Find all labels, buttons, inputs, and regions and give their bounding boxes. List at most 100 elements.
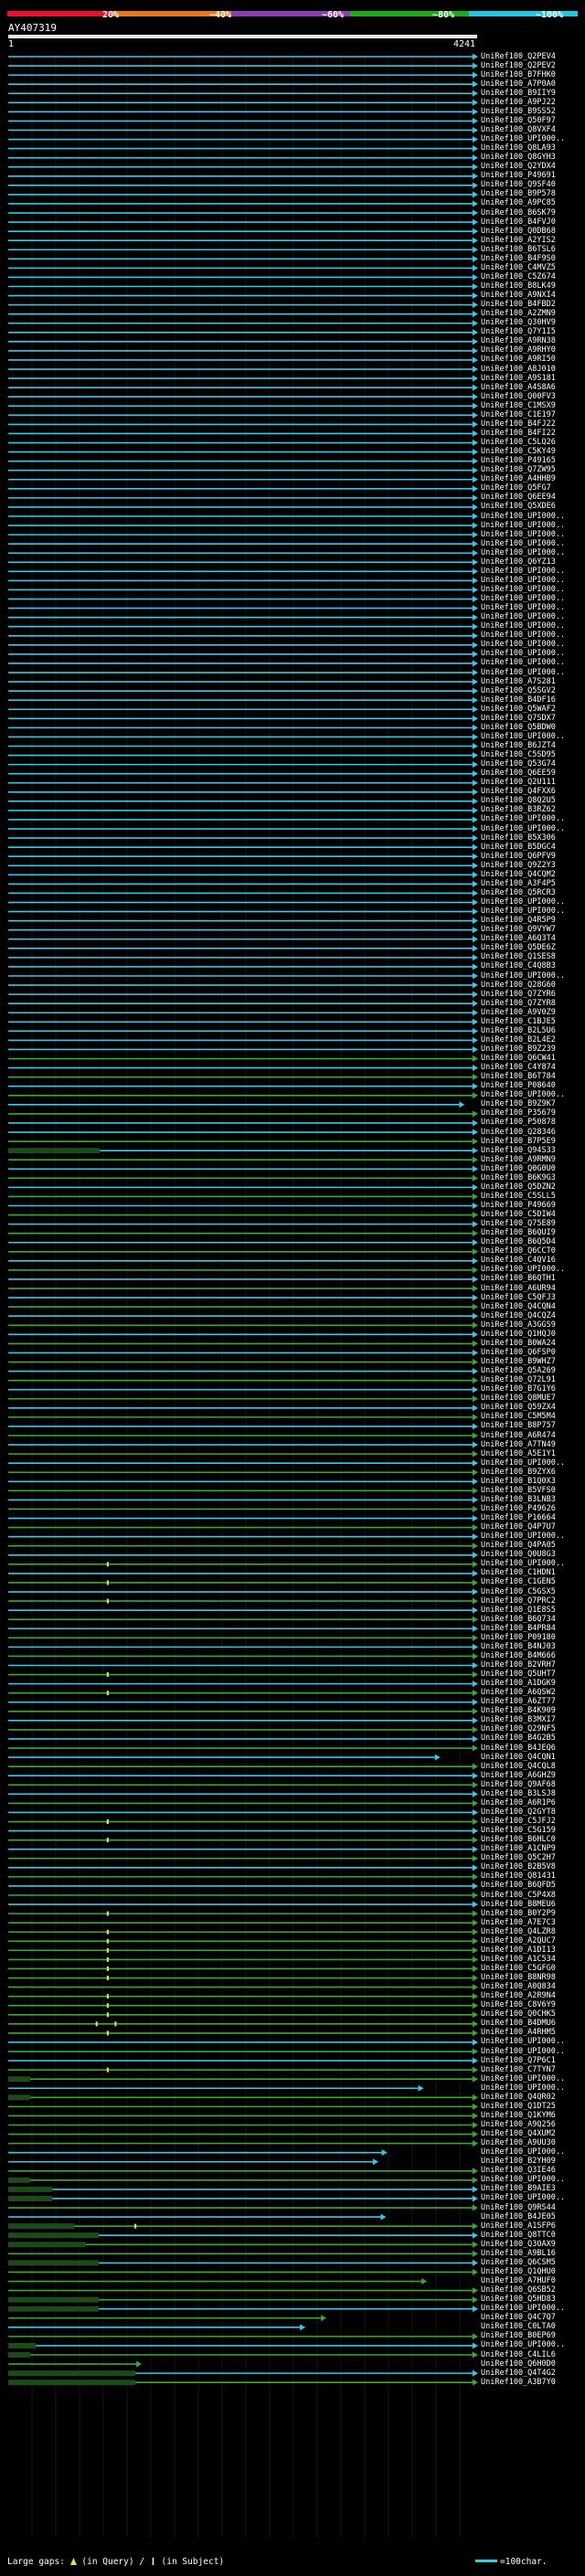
hit-row[interactable]	[8, 1699, 478, 1706]
hit-label[interactable]: UniRef100_Q1KYM6	[481, 2111, 556, 2120]
hit-row[interactable]	[8, 1221, 478, 1228]
hit-label[interactable]: UniRef100_B8P757	[481, 1422, 556, 1430]
hit-row[interactable]	[8, 1036, 478, 1044]
hit-row[interactable]	[8, 2259, 478, 2266]
hit-label[interactable]: UniRef100_C4Y874	[481, 1064, 556, 1072]
hit-label[interactable]: UniRef100_P08640	[481, 1082, 556, 1090]
hit-row[interactable]	[8, 1579, 478, 1586]
hit-label[interactable]: UniRef100_B7G1Y6	[481, 1385, 556, 1394]
hit-label[interactable]: UniRef100_B9SS52	[481, 107, 556, 116]
hit-row[interactable]	[8, 1965, 478, 1972]
hit-label[interactable]: UniRef100_Q75E89	[481, 1220, 556, 1228]
hit-row[interactable]	[8, 531, 478, 538]
hit-label[interactable]: UniRef100_Q7Y1I5	[481, 328, 556, 336]
hit-label[interactable]: UniRef100_B9WHZ7	[481, 1358, 556, 1366]
hit-label[interactable]: UniRef100_B9ZYX6	[481, 1468, 556, 1477]
hit-label[interactable]: UniRef100_P49691	[481, 172, 556, 180]
hit-label[interactable]: UniRef100_Q0G0U0	[481, 1164, 556, 1173]
hit-label[interactable]: UniRef100_B2YH09	[481, 2157, 556, 2166]
hit-row[interactable]	[8, 200, 478, 207]
hit-row[interactable]	[8, 807, 478, 814]
hit-label[interactable]: UniRef100_A9PJ22	[481, 98, 556, 107]
hit-label[interactable]: UniRef100_C8V6Y9	[481, 2001, 556, 2009]
hit-row[interactable]	[8, 108, 478, 115]
hit-label[interactable]: UniRef100_UPI000..	[481, 732, 565, 741]
hit-label[interactable]: UniRef100_C5SLL5	[481, 1192, 556, 1201]
hit-label[interactable]: UniRef100_UPI000..	[481, 576, 565, 585]
hit-row[interactable]	[8, 356, 478, 364]
hit-label[interactable]: UniRef100_Q5WAF2	[481, 705, 556, 714]
hit-label[interactable]: UniRef100_C5DIW4	[481, 1211, 556, 1219]
hit-label[interactable]: UniRef100_A4HHB9	[481, 475, 556, 483]
hit-row[interactable]	[8, 1616, 478, 1623]
hit-row[interactable]	[8, 1643, 478, 1650]
hit-row[interactable]	[8, 1606, 478, 1614]
hit-row[interactable]	[8, 1533, 478, 1541]
hit-row[interactable]	[8, 862, 478, 869]
hit-row[interactable]	[8, 605, 478, 612]
hit-row[interactable]	[8, 1349, 478, 1356]
hit-row[interactable]	[8, 724, 478, 731]
hit-row[interactable]	[8, 429, 478, 437]
hit-label[interactable]: UniRef100_A9RI50	[481, 355, 556, 364]
hit-row[interactable]	[8, 80, 478, 88]
hit-row[interactable]	[8, 623, 478, 631]
hit-label[interactable]: UniRef100_B9AIE3	[481, 2185, 556, 2193]
hit-row[interactable]	[8, 853, 478, 860]
hit-label[interactable]: UniRef100_Q28G60	[481, 981, 556, 990]
hit-label[interactable]: UniRef100_Q7ZYR8	[481, 999, 556, 1008]
hit-label[interactable]: UniRef100_Q4P7U7	[481, 1523, 556, 1532]
hit-row[interactable]	[8, 954, 478, 961]
hit-label[interactable]: UniRef100_Q4CQN4	[481, 1302, 556, 1311]
hit-label[interactable]: UniRef100_C1E197	[481, 410, 556, 419]
hit-label[interactable]: UniRef100_B4K909	[481, 1707, 556, 1715]
hit-label[interactable]: UniRef100_UPI000..	[481, 898, 565, 906]
hit-row[interactable]	[8, 669, 478, 676]
hit-row[interactable]	[8, 494, 478, 502]
hit-row[interactable]	[8, 899, 478, 906]
hit-row[interactable]	[8, 1505, 478, 1512]
hit-row[interactable]	[8, 136, 478, 143]
hit-label[interactable]: UniRef100_UPI000..	[481, 613, 565, 621]
hit-row[interactable]	[8, 660, 478, 667]
hit-row[interactable]	[8, 420, 478, 428]
hit-label[interactable]: UniRef100_C5JFJ2	[481, 1818, 556, 1826]
hit-label[interactable]: UniRef100_C1MSX9	[481, 401, 556, 410]
hit-row[interactable]	[8, 1910, 478, 1917]
hit-row[interactable]	[8, 2094, 478, 2101]
hit-label[interactable]: UniRef100_B8MEU6	[481, 1900, 556, 1909]
hit-row[interactable]	[8, 173, 478, 180]
hit-label[interactable]: UniRef100_Q7ZW95	[481, 466, 556, 474]
hit-label[interactable]: UniRef100_A1CNP9	[481, 1845, 556, 1853]
hit-row[interactable]	[8, 154, 478, 162]
hit-label[interactable]: UniRef100_B4PR84	[481, 1624, 556, 1633]
hit-label[interactable]: UniRef100_C7TYN7	[481, 2065, 556, 2074]
hit-label[interactable]: UniRef100_Q0DB68	[481, 227, 556, 236]
hit-label[interactable]: UniRef100_UPI000..	[481, 1091, 565, 1099]
hit-row[interactable]	[8, 2333, 478, 2340]
hit-row[interactable]	[8, 411, 478, 419]
hit-label[interactable]: UniRef100_B6K9G3	[481, 1173, 556, 1182]
hit-row[interactable]	[8, 1055, 478, 1063]
hit-row[interactable]	[8, 889, 478, 896]
hit-label[interactable]: UniRef100_Q0CHK5	[481, 2010, 556, 2019]
hit-row[interactable]	[8, 908, 478, 916]
hit-row[interactable]	[8, 2103, 478, 2110]
hit-row[interactable]	[8, 945, 478, 952]
hit-row[interactable]	[8, 1386, 478, 1394]
hit-label[interactable]: UniRef100_Q7SDX7	[481, 714, 556, 723]
hit-row[interactable]	[8, 1487, 478, 1494]
hit-label[interactable]: UniRef100_UPI000..	[481, 2176, 565, 2184]
hit-label[interactable]: UniRef100_A6Q3T4	[481, 935, 556, 943]
hit-label[interactable]: UniRef100_Q72L91	[481, 1376, 556, 1384]
hit-row[interactable]	[8, 1781, 478, 1788]
hit-row[interactable]	[8, 1156, 478, 1163]
hit-row[interactable]	[8, 292, 478, 300]
hit-label[interactable]: UniRef100_C4Q8B3	[481, 962, 556, 970]
hit-row[interactable]	[8, 917, 478, 925]
hit-label[interactable]: UniRef100_B4DMU6	[481, 2019, 556, 2028]
hit-row[interactable]	[8, 2379, 478, 2386]
hit-row[interactable]	[8, 2186, 478, 2193]
hit-label[interactable]: UniRef100_A1SFP6	[481, 2221, 556, 2231]
hit-row[interactable]	[8, 1882, 478, 1890]
